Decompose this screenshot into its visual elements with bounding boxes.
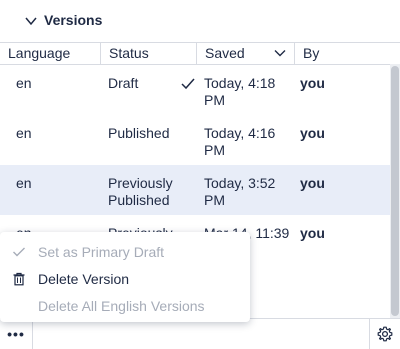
more-options-button[interactable]: ••• <box>0 319 33 349</box>
column-status[interactable]: Status <box>100 42 196 64</box>
row-by: you <box>300 75 325 91</box>
menu-item-delete-all-english-versions[interactable]: Delete All English Versions <box>0 293 250 319</box>
column-by[interactable]: By <box>294 42 390 64</box>
chevron-down-icon[interactable] <box>24 14 38 28</box>
panel-title: Versions <box>44 12 103 28</box>
versions-header[interactable]: Versions <box>0 0 400 43</box>
versions-panel: Versions Language Status Saved By en Dra… <box>0 0 400 349</box>
menu-item-label: Delete Version <box>38 271 130 287</box>
scrollbar[interactable] <box>390 64 400 318</box>
row-by: you <box>300 125 325 141</box>
scrollbar-thumb[interactable] <box>391 66 399 316</box>
column-saved-label: Saved <box>205 45 245 61</box>
menu-item-label: Delete All English Versions <box>38 298 205 314</box>
table-row[interactable]: en Previously Published Today, 3:52 PM y… <box>0 165 390 215</box>
row-saved: Today, 4:18 PM <box>204 75 276 108</box>
column-headers: Language Status Saved By <box>0 42 390 65</box>
context-menu: Set as Primary Draft Delete Version Dele… <box>0 232 250 322</box>
column-language[interactable]: Language <box>0 42 100 64</box>
row-status: Published <box>108 125 170 141</box>
settings-button[interactable] <box>369 319 400 349</box>
row-status: Previously Published <box>108 175 173 208</box>
table-row[interactable]: en Draft Today, 4:18 PM you <box>0 65 390 115</box>
column-saved[interactable]: Saved <box>196 42 294 64</box>
menu-item-delete-version[interactable]: Delete Version <box>0 266 250 292</box>
table-row[interactable]: en Published Today, 4:16 PM you <box>0 115 390 165</box>
check-icon <box>13 247 25 257</box>
gear-icon <box>377 326 393 342</box>
row-by: you <box>300 175 325 191</box>
menu-item-set-primary-draft[interactable]: Set as Primary Draft <box>0 239 250 265</box>
panel-footer: ••• <box>0 318 400 349</box>
column-language-label: Language <box>8 45 71 61</box>
row-language: en <box>16 75 32 91</box>
row-by: you <box>300 225 325 241</box>
row-saved: Today, 3:52 PM <box>204 175 276 208</box>
trash-icon <box>13 272 25 286</box>
row-language: en <box>16 125 32 141</box>
sort-chevron-down-icon[interactable] <box>274 47 286 59</box>
row-language: en <box>16 175 32 191</box>
menu-item-label: Set as Primary Draft <box>38 244 165 260</box>
row-saved: Today, 4:16 PM <box>204 125 276 158</box>
column-by-label: By <box>303 45 320 61</box>
row-status: Draft <box>108 75 139 91</box>
check-icon <box>181 78 195 90</box>
column-status-label: Status <box>109 45 149 61</box>
